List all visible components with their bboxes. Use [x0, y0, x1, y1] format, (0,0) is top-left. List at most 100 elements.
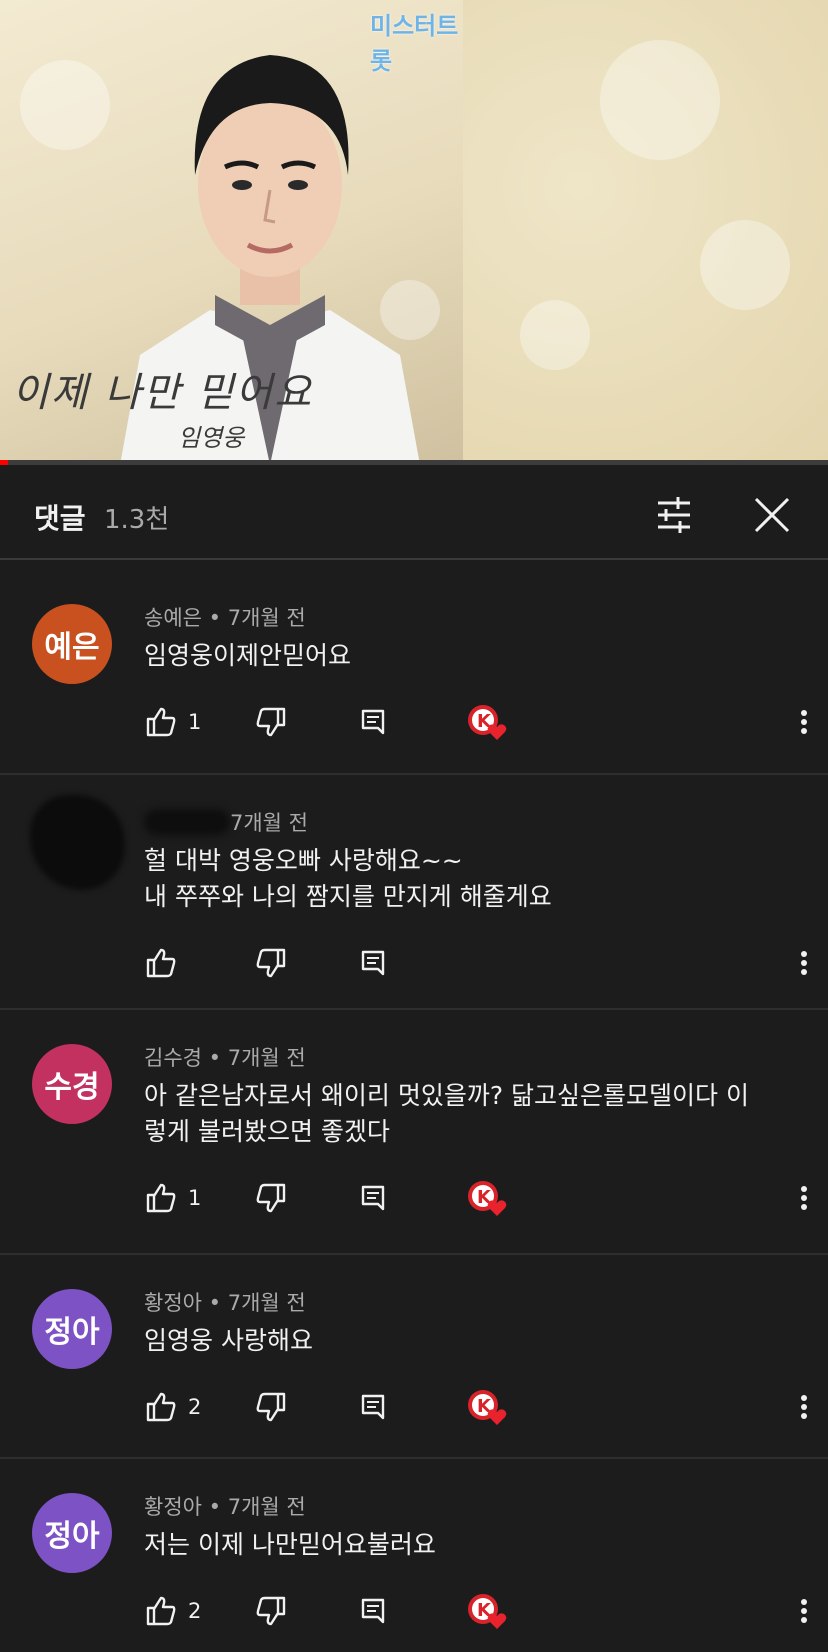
comment-text-line: 렇게 불러봤으면 좋겠다 — [144, 1117, 390, 1146]
reply-button[interactable] — [358, 1387, 388, 1427]
reply-icon — [358, 1596, 388, 1626]
creator-heart-badge-icon: K — [466, 1387, 508, 1427]
like-button[interactable]: 1 — [144, 1178, 201, 1218]
like-button[interactable]: 2 — [144, 1387, 201, 1427]
reply-icon — [358, 948, 388, 978]
comment-item: 예은 송예은 • 7개월 전임영웅이제안믿어요 1 K — [0, 570, 828, 775]
comment-time: 7개월 전 — [227, 606, 306, 630]
meta-separator: • — [201, 1495, 228, 1519]
album-song-title: 이제 나만 믿어요 — [12, 370, 314, 416]
creator-heart-badge-icon: K — [466, 702, 508, 742]
like-button[interactable]: 2 — [144, 1591, 201, 1631]
like-button[interactable]: 1 — [144, 702, 201, 742]
like-button[interactable] — [144, 943, 178, 983]
comment-text: 임영웅이제안믿어요 — [144, 638, 784, 674]
creator-heart-badge-icon: K — [466, 1178, 508, 1218]
comments-count: 1.3천 — [104, 505, 170, 535]
reply-icon — [358, 1392, 388, 1422]
comment-time: 7개월 전 — [230, 811, 308, 835]
reply-button[interactable] — [358, 1591, 388, 1631]
reply-button[interactable] — [358, 943, 388, 983]
comments-title: 댓글 — [34, 502, 86, 535]
dislike-button[interactable] — [254, 1591, 288, 1631]
video-player[interactable]: 이제 나만 믿어요 임영웅 미스터트롯 — [0, 0, 828, 465]
comment-actions: 2 K — [144, 1591, 814, 1631]
thumb-down-icon — [254, 946, 288, 980]
bokeh-light — [520, 300, 590, 370]
bokeh-light — [20, 60, 110, 150]
comment-text-line: 임영웅 사랑해요 — [144, 1326, 313, 1355]
comment-text-line: 저는 이제 나만믿어요불러요 — [144, 1530, 436, 1559]
comment-text-line: 아 같은남자로서 왜이리 멋있을까? 닮고싶은롤모델이다 이 — [144, 1081, 750, 1110]
comment-text-line: 내 쭈쭈와 나의 짬지를 만지게 해줄게요 — [144, 882, 552, 911]
comment-text: 헐 대박 영웅오빠 사랑해요~~ 내 쭈쭈와 나의 짬지를 만지게 해줄게요 — [144, 843, 784, 915]
comment-item: 정아 황정아 • 7개월 전저는 이제 나만믿어요불러요 2 K — [0, 1459, 828, 1652]
comment-author[interactable]: 황정아 — [144, 1495, 202, 1519]
thumb-up-icon — [144, 705, 178, 739]
comment-actions — [144, 943, 814, 983]
avatar[interactable]: 정아 — [32, 1289, 112, 1369]
comment-text-line: 헐 대박 영웅오빠 사랑해요~~ — [144, 846, 463, 875]
avatar[interactable]: 예은 — [32, 604, 112, 684]
avatar[interactable]: 수경 — [32, 1044, 112, 1124]
comment-item: 정아 황정아 • 7개월 전임영웅 사랑해요 2 K — [0, 1255, 828, 1459]
thumb-up-icon — [144, 1390, 178, 1424]
dislike-button[interactable] — [254, 1387, 288, 1427]
dislike-button[interactable] — [254, 1178, 288, 1218]
comment-item: 수경 김수경 • 7개월 전아 같은남자로서 왜이리 멋있을까? 닮고싶은롤모델이… — [0, 1010, 828, 1255]
thumb-up-icon — [144, 1181, 178, 1215]
avatar[interactable]: 정아 — [32, 1493, 112, 1573]
like-count: 2 — [188, 1395, 202, 1419]
comment-meta: 김수경 • 7개월 전 — [144, 1042, 306, 1072]
comment-meta: 7개월 전 — [230, 807, 308, 837]
comment-time: 7개월 전 — [227, 1495, 306, 1519]
meta-separator: • — [201, 606, 228, 630]
thumb-up-icon — [144, 1594, 178, 1628]
comment-meta: 황정아 • 7개월 전 — [144, 1287, 306, 1317]
comment-time: 7개월 전 — [227, 1291, 306, 1315]
dislike-button[interactable] — [254, 702, 288, 742]
thumb-down-icon — [254, 1594, 288, 1628]
comment-meta: 송예은 • 7개월 전 — [144, 602, 306, 632]
comment-actions: 2 K — [144, 1387, 814, 1427]
dislike-button[interactable] — [254, 943, 288, 983]
comment-actions: 1 K — [144, 702, 814, 742]
meta-separator: • — [201, 1046, 228, 1070]
more-vert-icon[interactable] — [794, 702, 814, 742]
comment-time: 7개월 전 — [227, 1046, 306, 1070]
comment-meta: 황정아 • 7개월 전 — [144, 1491, 306, 1521]
like-count: 1 — [188, 1186, 202, 1210]
more-vert-icon[interactable] — [794, 943, 814, 983]
comment-author[interactable]: 황정아 — [144, 1291, 202, 1315]
redacted-author-name — [144, 809, 230, 835]
reply-icon — [358, 1183, 388, 1213]
comment-author[interactable]: 김수경 — [144, 1046, 202, 1070]
comments-header: 댓글 1.3천 — [0, 465, 828, 560]
comment-text: 저는 이제 나만믿어요불러요 — [144, 1527, 784, 1563]
more-vert-icon[interactable] — [794, 1387, 814, 1427]
thumb-down-icon — [254, 1390, 288, 1424]
more-vert-icon[interactable] — [794, 1591, 814, 1631]
like-count: 2 — [188, 1599, 202, 1623]
album-art: 이제 나만 믿어요 임영웅 미스터트롯 — [0, 0, 463, 465]
close-icon[interactable] — [748, 491, 796, 539]
comment-text: 아 같은남자로서 왜이리 멋있을까? 닮고싶은롤모델이다 이렇게 불러봤으면 좋… — [144, 1078, 784, 1150]
comment-text: 임영웅 사랑해요 — [144, 1323, 784, 1359]
thumb-down-icon — [254, 1181, 288, 1215]
creator-heart-badge-icon: K — [466, 1591, 508, 1631]
bokeh-light — [600, 40, 720, 160]
comment-author[interactable]: 송예은 — [144, 606, 202, 630]
comment-item: 7개월 전헐 대박 영웅오빠 사랑해요~~ 내 쭈쭈와 나의 짬지를 만지게 해줄… — [0, 775, 828, 1010]
comment-text-line: 임영웅이제안믿어요 — [144, 641, 352, 670]
more-vert-icon[interactable] — [794, 1178, 814, 1218]
meta-separator: • — [201, 1291, 228, 1315]
reply-button[interactable] — [358, 1178, 388, 1218]
reply-button[interactable] — [358, 702, 388, 742]
thumb-up-icon — [144, 946, 178, 980]
bokeh-light — [700, 220, 790, 310]
show-logo: 미스터트롯 — [370, 12, 459, 75]
sliders-icon[interactable] — [650, 491, 698, 539]
avatar[interactable] — [30, 795, 125, 890]
thumb-down-icon — [254, 705, 288, 739]
like-count: 1 — [188, 710, 202, 734]
